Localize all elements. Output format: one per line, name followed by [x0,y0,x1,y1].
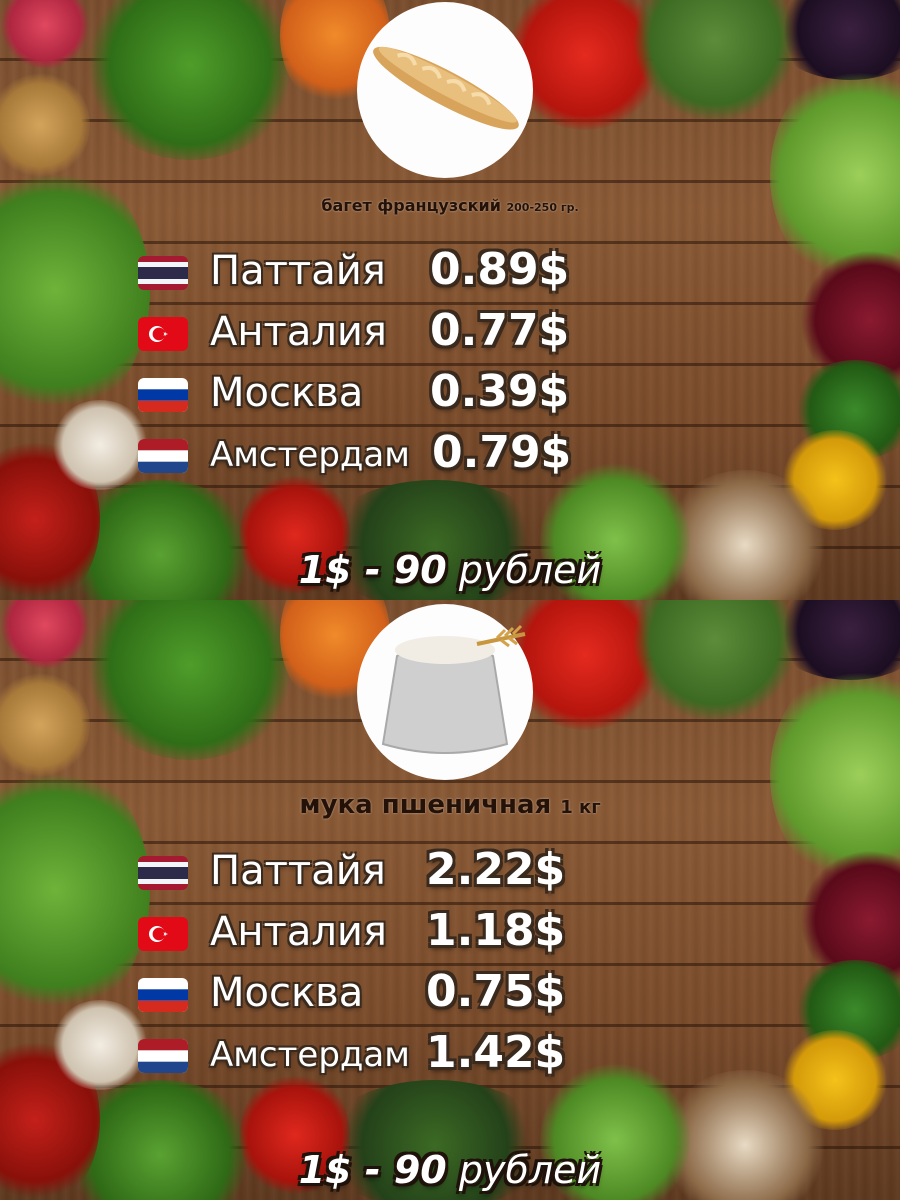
russia-flag-icon [138,978,188,1012]
city-name: Анталия [210,309,387,355]
item-title: мука пшеничная 1 кг [0,790,900,820]
turkey-flag-icon [138,317,188,351]
thailand-flag-icon [138,256,188,290]
price-row-antalya: Анталия 0.77$ [0,305,900,361]
city-name: Москва [210,370,364,416]
item-name: мука пшеничная [299,790,552,820]
exchange-rate-amount: 1$ - 90 [298,548,447,592]
turkey-flag-icon [138,917,188,951]
item-name: багет французский [321,196,501,215]
exchange-rate-amount: 1$ - 90 [298,1148,447,1192]
radish-decoration [0,600,90,670]
price-value: 1.18$ [426,905,566,956]
lettuce-decoration [80,0,300,160]
radish-decoration [0,0,90,70]
price-row-pattaya: Паттайя 2.22$ [0,844,900,900]
price-value: 0.77$ [430,305,570,356]
city-name: Паттайя [210,848,386,894]
panel-flour: мука пшеничная 1 кг Паттайя 2.22$ Антали… [0,600,900,1200]
item-title: багет французский 200-250 гр. [0,196,900,215]
russia-flag-icon [138,378,188,412]
baguette-icon [373,46,519,130]
city-name: Амстердам [210,435,410,475]
item-weight: 200-250 гр. [506,201,579,214]
price-row-amsterdam: Амстердам 1.42$ [0,1027,900,1083]
city-name: Амстердам [210,1035,410,1075]
flour-sack-image [357,604,533,780]
price-row-pattaya: Паттайя 0.89$ [0,244,900,300]
price-value: 0.75$ [426,966,566,1017]
exchange-rate: 1$ - 90 рублей [0,1148,900,1192]
price-row-amsterdam: Амстердам 0.79$ [0,427,900,483]
price-row-antalya: Анталия 1.18$ [0,905,900,961]
price-row-moscow: Москва 0.75$ [0,966,900,1022]
baguette-image [357,2,533,178]
price-row-moscow: Москва 0.39$ [0,366,900,422]
exchange-rate-unit: рублей [458,548,602,592]
price-value: 1.42$ [426,1027,566,1078]
panel-baguette: багет французский 200-250 гр. Паттайя 0.… [0,0,900,600]
thailand-flag-icon [138,856,188,890]
price-value: 2.22$ [426,844,566,895]
price-value: 0.89$ [430,244,570,295]
city-name: Москва [210,970,364,1016]
item-weight: 1 кг [560,797,601,818]
exchange-rate: 1$ - 90 рублей [0,548,900,592]
netherlands-flag-icon [138,1039,188,1073]
exchange-rate-unit: рублей [458,1148,602,1192]
flour-sack-icon [381,624,526,754]
price-value: 0.79$ [432,427,572,478]
city-name: Паттайя [210,248,386,294]
city-name: Анталия [210,909,387,955]
price-value: 0.39$ [430,366,570,417]
netherlands-flag-icon [138,439,188,473]
lettuce-decoration [80,600,300,760]
